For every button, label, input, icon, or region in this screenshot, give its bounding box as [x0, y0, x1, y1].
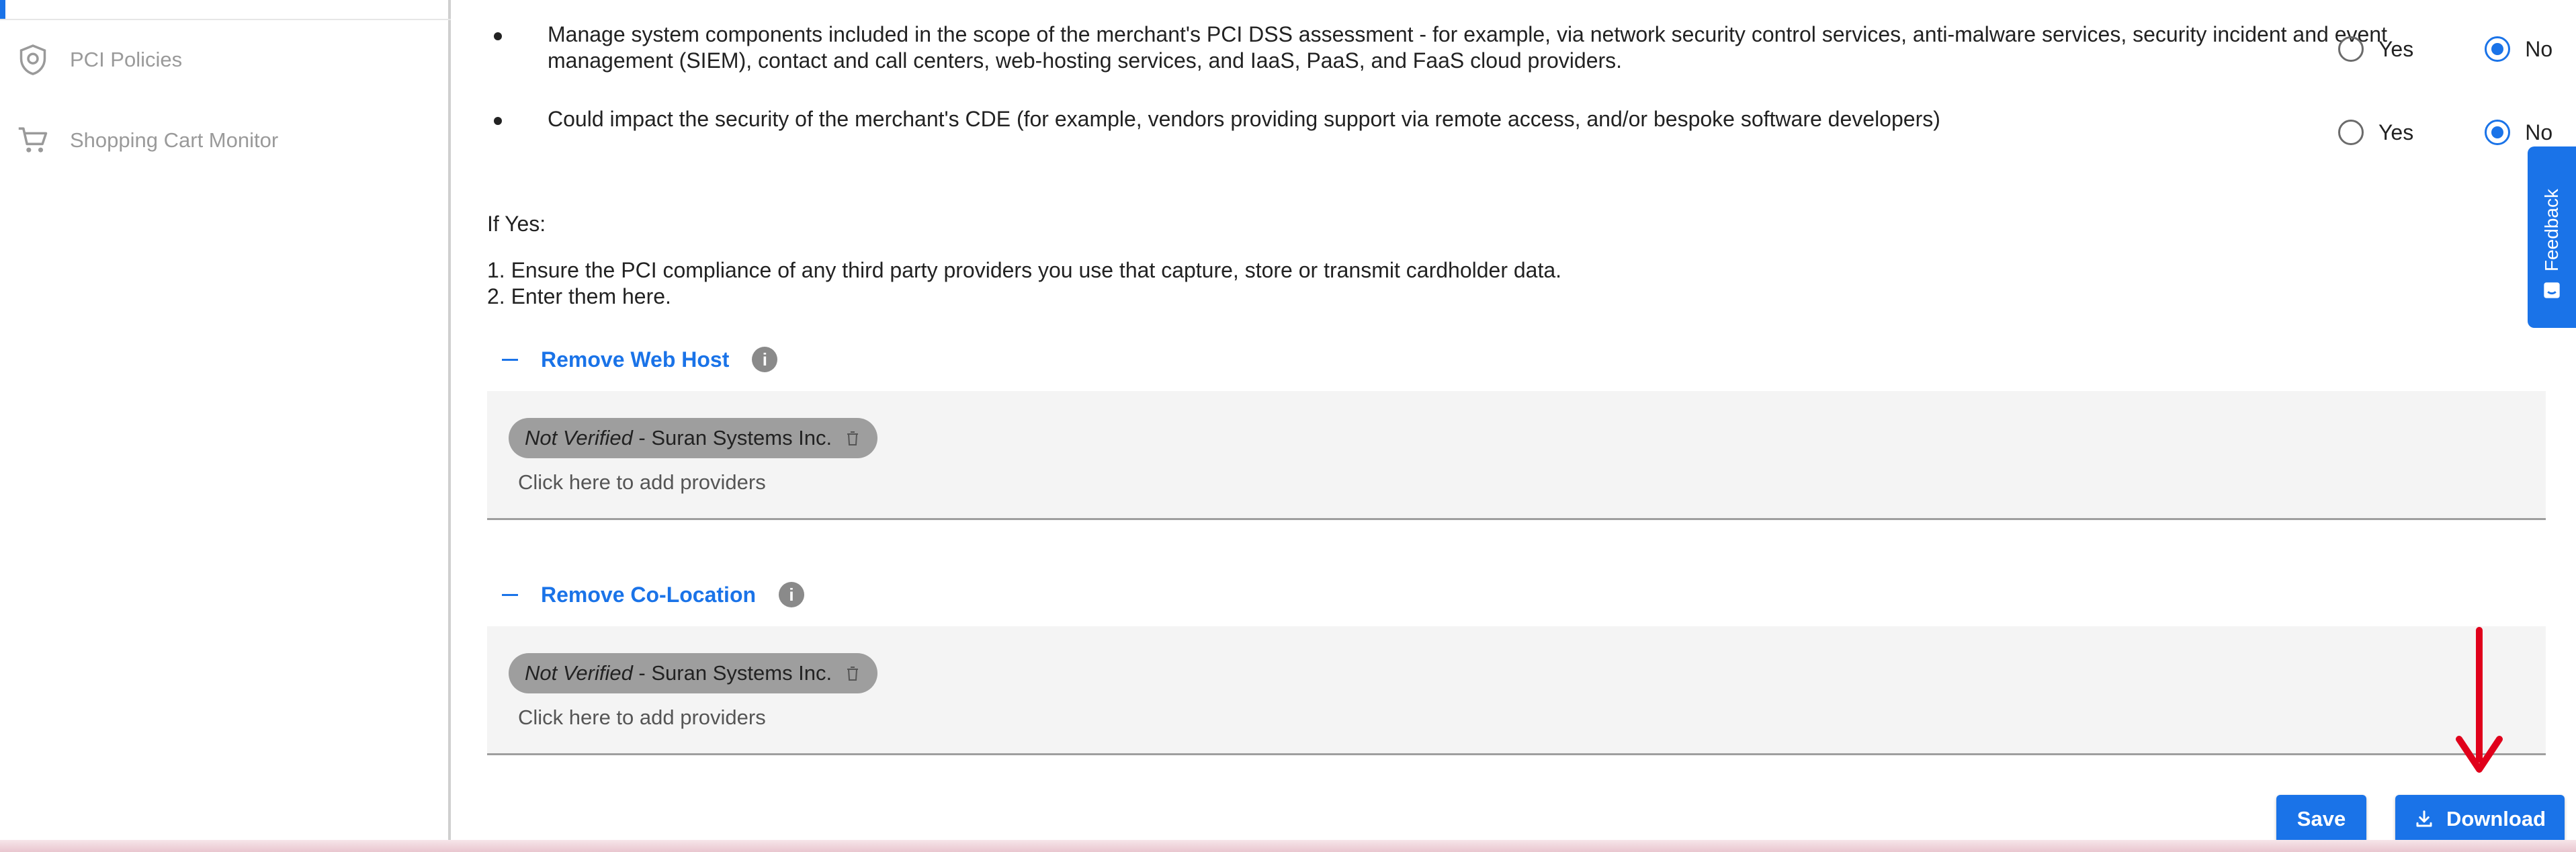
save-button[interactable]: Save: [2276, 795, 2366, 843]
bottom-edge: [0, 840, 2576, 852]
shield-icon: [16, 43, 50, 77]
collapse-icon[interactable]: [502, 593, 518, 596]
trash-icon[interactable]: [844, 663, 861, 683]
feedback-tab[interactable]: Feedback: [2528, 146, 2576, 328]
radio-yes[interactable]: Yes: [2338, 120, 2413, 145]
add-providers-link[interactable]: Click here to add providers: [518, 706, 766, 730]
active-item-indicator: [0, 0, 5, 20]
radio-circle-checked[interactable]: [2485, 36, 2511, 62]
provider-input-co-location[interactable]: Not Verified - Suran Systems Inc. Click …: [487, 626, 2546, 755]
radio-circle-checked[interactable]: [2485, 120, 2511, 145]
sidebar-item-label: PCI Policies: [70, 48, 183, 71]
radio-label: Yes: [2378, 120, 2414, 144]
radio-no[interactable]: No: [2485, 36, 2552, 62]
chip-provider-name: Suran Systems Inc.: [651, 661, 832, 685]
sidebar-divider: [0, 19, 451, 20]
radio-yes[interactable]: Yes: [2338, 36, 2413, 62]
chip-provider-name: Suran Systems Inc.: [651, 426, 832, 450]
chip-status: Not Verified: [525, 661, 633, 685]
section-header-co-location[interactable]: Remove Co-Location i: [502, 578, 805, 611]
cart-icon: [16, 124, 50, 157]
radio-group: Yes No: [2338, 36, 2552, 62]
annotation-arrow: [2456, 627, 2503, 773]
radio-no[interactable]: No: [2485, 120, 2552, 145]
download-button-label: Download: [2446, 807, 2546, 830]
bullet: [494, 32, 502, 40]
question-text: Manage system components included in the…: [548, 22, 2387, 73]
trash-icon[interactable]: [844, 428, 861, 448]
section-title[interactable]: Remove Co-Location: [541, 583, 756, 607]
radio-circle[interactable]: [2338, 36, 2364, 62]
section-header-web-host[interactable]: Remove Web Host i: [502, 343, 778, 376]
collapse-icon[interactable]: [502, 358, 518, 361]
radio-group: Yes No: [2338, 120, 2552, 145]
provider-input-web-host[interactable]: Not Verified - Suran Systems Inc. Click …: [487, 391, 2546, 520]
radio-circle[interactable]: [2338, 120, 2364, 145]
radio-label: No: [2525, 36, 2553, 61]
sidebar-item-label: Shopping Cart Monitor: [70, 128, 279, 152]
feedback-label: Feedback: [2541, 189, 2562, 272]
chip-separator: -: [632, 661, 652, 685]
radio-label: Yes: [2378, 36, 2414, 61]
provider-chip[interactable]: Not Verified - Suran Systems Inc.: [509, 418, 878, 458]
instruction-step-2: 2. Enter them here.: [487, 284, 671, 308]
info-icon[interactable]: i: [752, 347, 778, 372]
radio-label: No: [2525, 120, 2553, 144]
feedback-icon: [2544, 282, 2560, 298]
bullet: [494, 117, 502, 125]
sidebar: PCI Policies Shopping Cart Monitor: [0, 0, 451, 852]
section-title[interactable]: Remove Web Host: [541, 347, 729, 372]
provider-chip[interactable]: Not Verified - Suran Systems Inc.: [509, 653, 878, 693]
chip-status: Not Verified: [525, 426, 633, 450]
chip-separator: -: [632, 426, 652, 450]
download-button[interactable]: Download: [2395, 795, 2565, 843]
sidebar-item-shopping-cart-monitor[interactable]: Shopping Cart Monitor: [16, 117, 278, 164]
save-button-label: Save: [2296, 807, 2346, 830]
add-providers-link[interactable]: Click here to add providers: [518, 470, 766, 495]
main-content: Manage system components included in the…: [454, 0, 2576, 852]
question-text: Could impact the security of the merchan…: [548, 107, 1940, 131]
if-yes-heading: If Yes:: [487, 212, 546, 236]
sidebar-item-pci-policies[interactable]: PCI Policies: [16, 36, 182, 83]
info-icon[interactable]: i: [779, 582, 805, 607]
download-icon: [2414, 809, 2434, 829]
instruction-step-1: 1. Ensure the PCI compliance of any thir…: [487, 258, 1562, 282]
